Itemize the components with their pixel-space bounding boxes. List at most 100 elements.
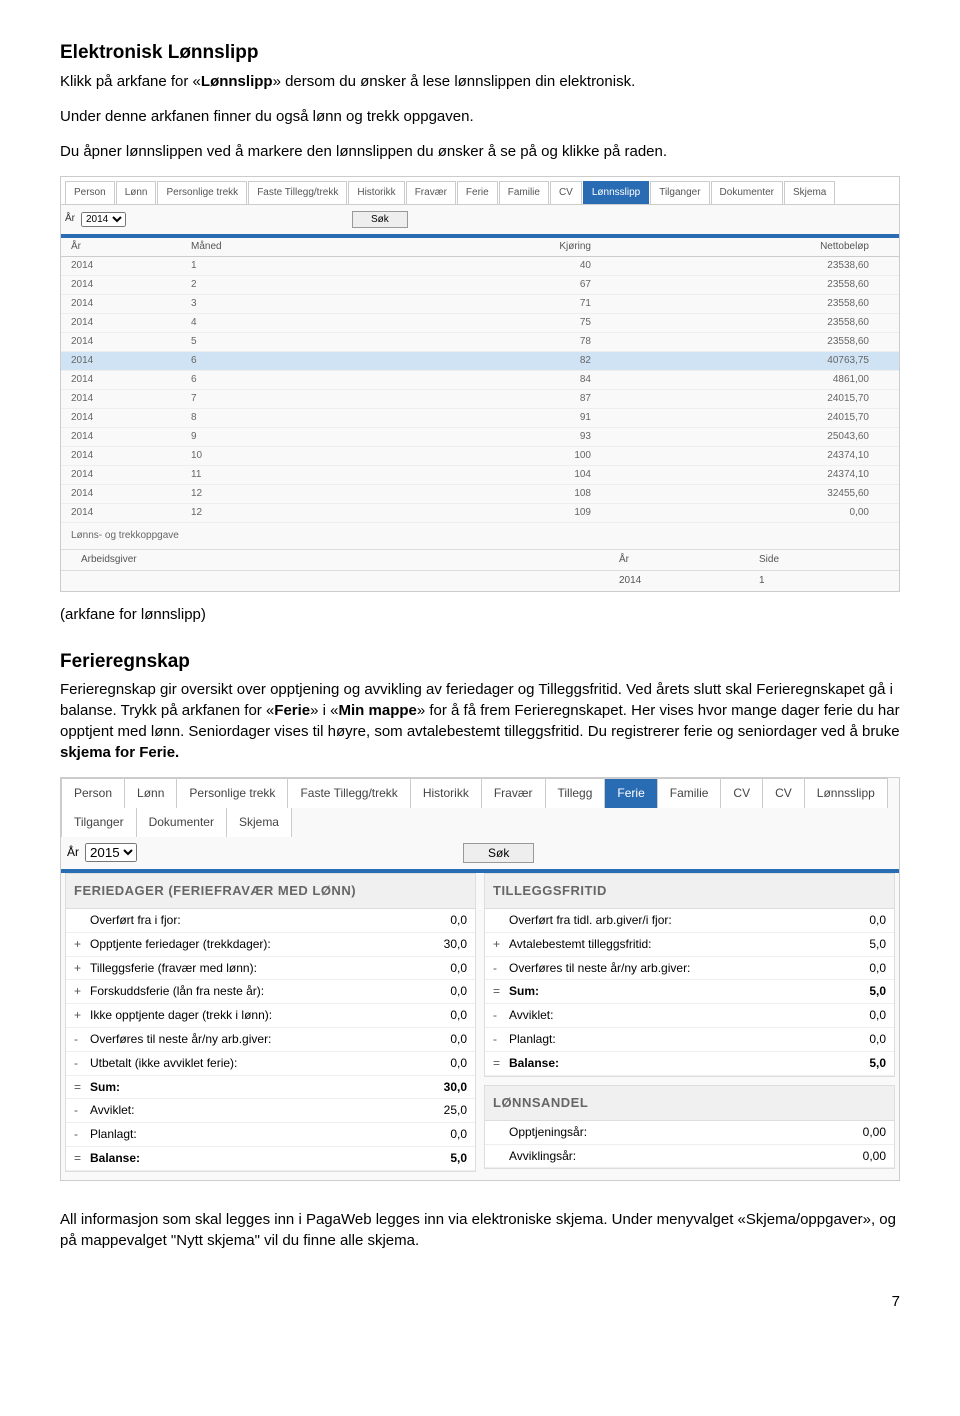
line-item: =Balanse:5,0 bbox=[485, 1052, 894, 1076]
table-row[interactable]: 201437123558,60 bbox=[61, 295, 899, 314]
col-header: Nettobeløp bbox=[611, 240, 889, 254]
year-select[interactable]: 2015 bbox=[85, 843, 137, 862]
table-row[interactable]: 20141210832455,60 bbox=[61, 485, 899, 504]
cell: 23558,60 bbox=[611, 297, 889, 311]
panel-columns: FERIEDAGER (FERIEFRAVÆR MED LØNN) Overfø… bbox=[61, 873, 899, 1180]
label: Avtalebestemt tilleggsfritid: bbox=[509, 936, 826, 953]
line-item: +Forskuddsferie (lån fra neste år):0,0 bbox=[66, 980, 475, 1004]
cell: 2014 bbox=[71, 411, 191, 425]
tab-personligetrekk[interactable]: Personlige trekk bbox=[176, 778, 288, 808]
label: Balanse: bbox=[509, 1055, 826, 1072]
cell: 8 bbox=[191, 411, 371, 425]
bold-text: Min mappe bbox=[339, 702, 417, 719]
sub-grid-header: Arbeidsgiver År Side bbox=[61, 549, 899, 570]
cell: 9 bbox=[191, 430, 371, 444]
value: 5,0 bbox=[826, 983, 886, 1000]
cell: 2014 bbox=[619, 574, 759, 588]
tab-person[interactable]: Person bbox=[65, 181, 115, 204]
screenshot-lonnslipp: PersonLønnPersonlige trekkFaste Tillegg/… bbox=[60, 176, 900, 592]
cell: 12 bbox=[191, 506, 371, 520]
section-heading-elektronisk: Elektronisk Lønnslipp bbox=[60, 40, 900, 67]
value: 0,0 bbox=[826, 1031, 886, 1048]
tab-skjema[interactable]: Skjema bbox=[784, 181, 835, 204]
tab-historikk[interactable]: Historikk bbox=[410, 778, 482, 808]
tab-lnn[interactable]: Lønn bbox=[116, 181, 157, 204]
cell: 2014 bbox=[71, 278, 191, 292]
label: Avviklingsår: bbox=[509, 1148, 826, 1165]
tab-cv[interactable]: CV bbox=[720, 778, 763, 808]
tab-lnn[interactable]: Lønn bbox=[124, 778, 177, 808]
tab-historikk[interactable]: Historikk bbox=[348, 181, 404, 204]
table-row[interactable]: 2014121090,00 bbox=[61, 504, 899, 523]
col-header: Side bbox=[759, 553, 879, 567]
tab-personligetrekk[interactable]: Personlige trekk bbox=[157, 181, 247, 204]
label: Overføres til neste år/ny arb.giver: bbox=[90, 1031, 407, 1048]
year-row: År 2015 Søk bbox=[61, 837, 899, 869]
table-row[interactable]: 201447523558,60 bbox=[61, 314, 899, 333]
bold-text: Ferie bbox=[274, 702, 310, 719]
value: 5,0 bbox=[826, 936, 886, 953]
bold-text: skjema for Ferie. bbox=[60, 744, 179, 761]
cell: 24015,70 bbox=[611, 392, 889, 406]
tab-cv[interactable]: CV bbox=[550, 181, 582, 204]
table-row[interactable]: 20146844861,00 bbox=[61, 371, 899, 390]
panel-body: Opptjeningsår:0,00Avviklingsår:0,00 bbox=[485, 1121, 894, 1169]
tab-cv[interactable]: CV bbox=[762, 778, 805, 808]
tab-fastetilleggtrekk[interactable]: Faste Tillegg/trekk bbox=[248, 181, 347, 204]
tab-tillegg[interactable]: Tillegg bbox=[545, 778, 606, 808]
table-row[interactable]: 201489124015,70 bbox=[61, 409, 899, 428]
table-row[interactable]: 201426723558,60 bbox=[61, 276, 899, 295]
label: Sum: bbox=[509, 983, 826, 1000]
tab-familie[interactable]: Familie bbox=[499, 181, 549, 204]
table-row[interactable]: 201468240763,75 bbox=[61, 352, 899, 371]
line-item: Avviklingsår:0,00 bbox=[485, 1145, 894, 1169]
table-row[interactable]: 201478724015,70 bbox=[61, 390, 899, 409]
table-row[interactable]: 201457823558,60 bbox=[61, 333, 899, 352]
tab-skjema[interactable]: Skjema bbox=[226, 808, 292, 837]
year-select[interactable]: 2014 bbox=[81, 212, 126, 227]
section-heading-ferieregnskap: Ferieregnskap bbox=[60, 649, 900, 676]
panel-title: LØNNSANDEL bbox=[485, 1086, 894, 1121]
tab-dokumenter[interactable]: Dokumenter bbox=[136, 808, 227, 837]
tab-familie[interactable]: Familie bbox=[657, 778, 722, 808]
value: 0,0 bbox=[407, 983, 467, 1000]
cell: 84 bbox=[371, 373, 611, 387]
panel-feriedager: FERIEDAGER (FERIEFRAVÆR MED LØNN) Overfø… bbox=[65, 873, 476, 1172]
tab-tilganger[interactable]: Tilganger bbox=[650, 181, 709, 204]
table-row[interactable]: 201499325043,60 bbox=[61, 428, 899, 447]
operator bbox=[493, 912, 509, 929]
cell: 12 bbox=[191, 487, 371, 501]
label: Ikke opptjente dager (trekk i lønn): bbox=[90, 1007, 407, 1024]
tab-lnnsslipp[interactable]: Lønnsslipp bbox=[583, 181, 649, 204]
label: Sum: bbox=[90, 1079, 407, 1096]
tab-ferie[interactable]: Ferie bbox=[604, 778, 657, 808]
tab-person[interactable]: Person bbox=[61, 778, 125, 808]
table-row[interactable]: 20141110424374,10 bbox=[61, 466, 899, 485]
operator: - bbox=[493, 1007, 509, 1024]
table-row[interactable]: 20141010024374,10 bbox=[61, 447, 899, 466]
tab-fravr[interactable]: Fravær bbox=[481, 778, 546, 808]
tab-tilganger[interactable]: Tilganger bbox=[61, 808, 137, 837]
cell: 24374,10 bbox=[611, 468, 889, 482]
line-item: Overført fra tidl. arb.giver/i fjor:0,0 bbox=[485, 909, 894, 933]
tab-lnnsslipp[interactable]: Lønnsslipp bbox=[804, 778, 888, 808]
panel-title: FERIEDAGER (FERIEFRAVÆR MED LØNN) bbox=[66, 874, 475, 909]
cell: 4 bbox=[191, 316, 371, 330]
value: 0,0 bbox=[407, 912, 467, 929]
tab-fastetilleggtrekk[interactable]: Faste Tillegg/trekk bbox=[287, 778, 410, 808]
operator: = bbox=[493, 983, 509, 1000]
search-button[interactable]: Søk bbox=[463, 843, 534, 863]
year-label: År bbox=[65, 212, 75, 226]
col-header: Kjøring bbox=[371, 240, 611, 254]
tab-bar: PersonLønnPersonlige trekkFaste Tillegg/… bbox=[61, 177, 899, 205]
cell: 104 bbox=[371, 468, 611, 482]
tab-fravr[interactable]: Fravær bbox=[406, 181, 456, 204]
table-row[interactable]: 201414023538,60 bbox=[61, 257, 899, 276]
cell: 2014 bbox=[71, 373, 191, 387]
cell: 6 bbox=[191, 373, 371, 387]
cell: 4861,00 bbox=[611, 373, 889, 387]
cell: 3 bbox=[191, 297, 371, 311]
search-button[interactable]: Søk bbox=[352, 211, 408, 228]
tab-dokumenter[interactable]: Dokumenter bbox=[711, 181, 783, 204]
tab-ferie[interactable]: Ferie bbox=[457, 181, 498, 204]
